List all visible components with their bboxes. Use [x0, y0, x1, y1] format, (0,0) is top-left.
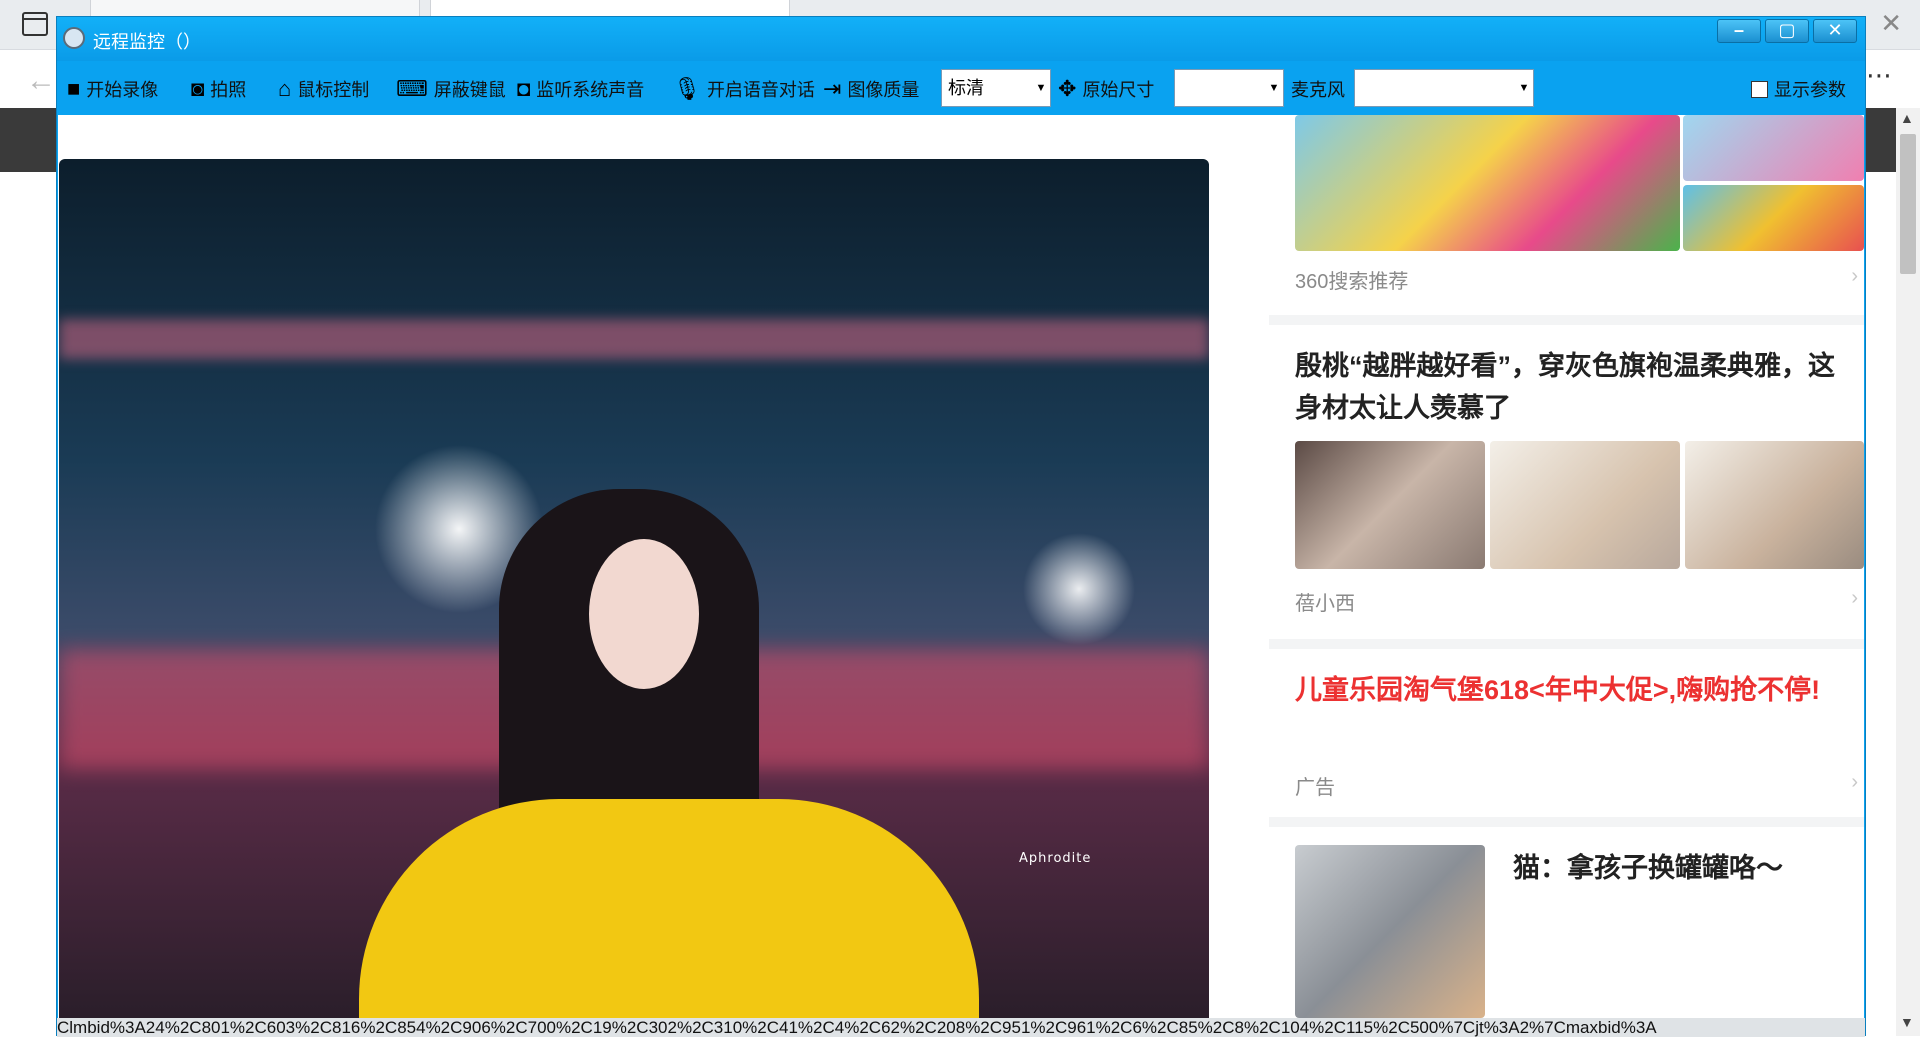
ad-label: 广告: [1295, 777, 1335, 799]
feed-card[interactable]: 360搜索推荐 ›: [1269, 115, 1864, 315]
card-headline[interactable]: 猫：拿孩子换罐罐咯～: [1513, 847, 1843, 889]
feed-column: 360搜索推荐 › 殷桃“越胖越好看”，穿灰色旗袍温柔典雅，这身材太让人羡慕了 …: [1269, 115, 1864, 1018]
mic-label-group: 麦克风: [1291, 75, 1345, 103]
record-button[interactable]: ■ 开始录像: [67, 75, 158, 103]
photo-light-band: [59, 319, 1209, 359]
photo-watermark: Aphrodite: [1019, 851, 1092, 866]
listen-audio-label: 监听系统声音: [536, 80, 645, 100]
quality-label: 图像质量: [847, 80, 920, 100]
scroll-up-arrow-icon[interactable]: ▲: [1900, 110, 1914, 126]
voice-chat-button[interactable]: 🎙 开启语音对话: [673, 75, 815, 103]
background-page-header: [0, 108, 56, 172]
speaker-icon: ◘: [517, 76, 531, 101]
photo-button[interactable]: ◙ 拍照: [191, 75, 246, 103]
quality-select-value: 标清: [948, 78, 984, 98]
record-label: 开始录像: [86, 80, 159, 100]
card-source: 360搜索推荐: [1295, 271, 1409, 293]
article-thumbnail: [1685, 441, 1864, 569]
show-params-checkbox[interactable]: 显示参数: [1751, 75, 1846, 103]
chevron-down-icon: ▼: [1268, 82, 1280, 94]
remote-monitor-window: 远程监控（） – ▢ ✕ ■ 开始录像 ◙ 拍照 ⌂ 鼠标控制 ⌨ 屏蔽键鼠 ◘…: [56, 16, 1866, 1037]
ad-card[interactable]: 儿童乐园淘气堡618<年中大促>,嗨购抢不停! 广告 ›: [1269, 649, 1864, 817]
block-input-label: 屏蔽键鼠: [433, 80, 506, 100]
video-camera-icon: ■: [67, 76, 81, 101]
chevron-down-icon: ▼: [1518, 82, 1530, 94]
microphone-icon: 🎙: [673, 76, 701, 101]
close-button[interactable]: ✕: [1813, 19, 1857, 43]
block-input-button[interactable]: ⌨ 屏蔽键鼠: [396, 75, 506, 103]
fit-size-icon: ✥: [1058, 76, 1077, 101]
app-logo-icon: [63, 27, 85, 49]
feed-card[interactable]: 猫：拿孩子换罐罐咯～: [1269, 827, 1864, 1018]
mouse-control-button[interactable]: ⌂ 鼠标控制: [278, 75, 369, 103]
voice-chat-label: 开启语音对话: [706, 80, 815, 100]
mic-label: 麦克风: [1291, 80, 1345, 100]
article-thumbnail: [1295, 441, 1485, 569]
mouse-icon: ⌂: [278, 76, 292, 101]
ad-headline[interactable]: 儿童乐园淘气堡618<年中大促>,嗨购抢不停!: [1295, 669, 1855, 711]
original-size-button[interactable]: ✥ 原始尺寸: [1058, 75, 1154, 103]
chevron-down-icon: ▼: [1035, 82, 1047, 94]
back-arrow-icon[interactable]: ←: [26, 64, 56, 98]
card-source: 蓓小西: [1295, 593, 1355, 615]
show-params-label: 显示参数: [1774, 80, 1846, 100]
feed-card[interactable]: 殷桃“越胖越好看”，穿灰色旗袍温柔典雅，这身材太让人羡慕了 蓓小西 ›: [1269, 325, 1864, 639]
cat-thumbnail: [1295, 845, 1485, 1018]
scroll-down-arrow-icon[interactable]: ▼: [1900, 1014, 1914, 1030]
sidebar-toggle-icon[interactable]: [22, 12, 48, 36]
original-size-label: 原始尺寸: [1082, 80, 1155, 100]
minimize-button[interactable]: –: [1717, 19, 1761, 43]
quality-select[interactable]: 标清 ▼: [941, 69, 1051, 107]
checkbox-box[interactable]: [1751, 80, 1768, 98]
keyboard-icon: ⌨: [396, 76, 428, 101]
camera-icon: ◙: [191, 76, 205, 101]
image-quality-label-group: ⇥ 图像质量: [823, 75, 919, 103]
playground-image: [1295, 115, 1680, 251]
photo-face: [589, 539, 699, 689]
quality-icon: ⇥: [823, 76, 842, 101]
card-headline[interactable]: 殷桃“越胖越好看”，穿灰色旗袍温柔典雅，这身材太让人羡慕了: [1295, 345, 1855, 429]
mouse-control-label: 鼠标控制: [297, 80, 370, 100]
status-url-bar: Clmbid%3A24%2C801%2C603%2C816%2C854%2C90…: [57, 1018, 1865, 1037]
article-thumbnail: [1490, 441, 1680, 569]
mic-select[interactable]: ▼: [1354, 69, 1534, 107]
window-titlebar[interactable]: 远程监控（） – ▢ ✕: [57, 17, 1865, 61]
article-photo[interactable]: Aphrodite: [59, 159, 1209, 1018]
more-menu-icon[interactable]: ⋯: [1866, 60, 1892, 91]
chevron-right-icon: ›: [1851, 587, 1858, 609]
toolbar: ■ 开始录像 ◙ 拍照 ⌂ 鼠标控制 ⌨ 屏蔽键鼠 ◘ 监听系统声音 🎙 开启语…: [57, 61, 1865, 115]
size-select[interactable]: ▼: [1174, 69, 1284, 107]
scrollbar-thumb[interactable]: [1900, 134, 1916, 274]
maximize-button[interactable]: ▢: [1765, 19, 1809, 43]
listen-audio-button[interactable]: ◘ 监听系统声音: [517, 75, 644, 103]
photo-dress: [359, 799, 979, 1018]
remote-screen-view[interactable]: Aphrodite 360搜索推荐 › 殷桃“越胖越好看”，穿灰色旗袍温柔典雅，…: [58, 115, 1864, 1018]
playground-image: [1683, 185, 1864, 251]
playground-image: [1683, 115, 1864, 181]
browser-close-icon[interactable]: ✕: [1880, 8, 1902, 39]
photo-label: 拍照: [210, 80, 247, 100]
chevron-right-icon: ›: [1851, 771, 1858, 793]
chevron-right-icon: ›: [1851, 265, 1858, 287]
window-title: 远程监控（）: [93, 32, 201, 52]
